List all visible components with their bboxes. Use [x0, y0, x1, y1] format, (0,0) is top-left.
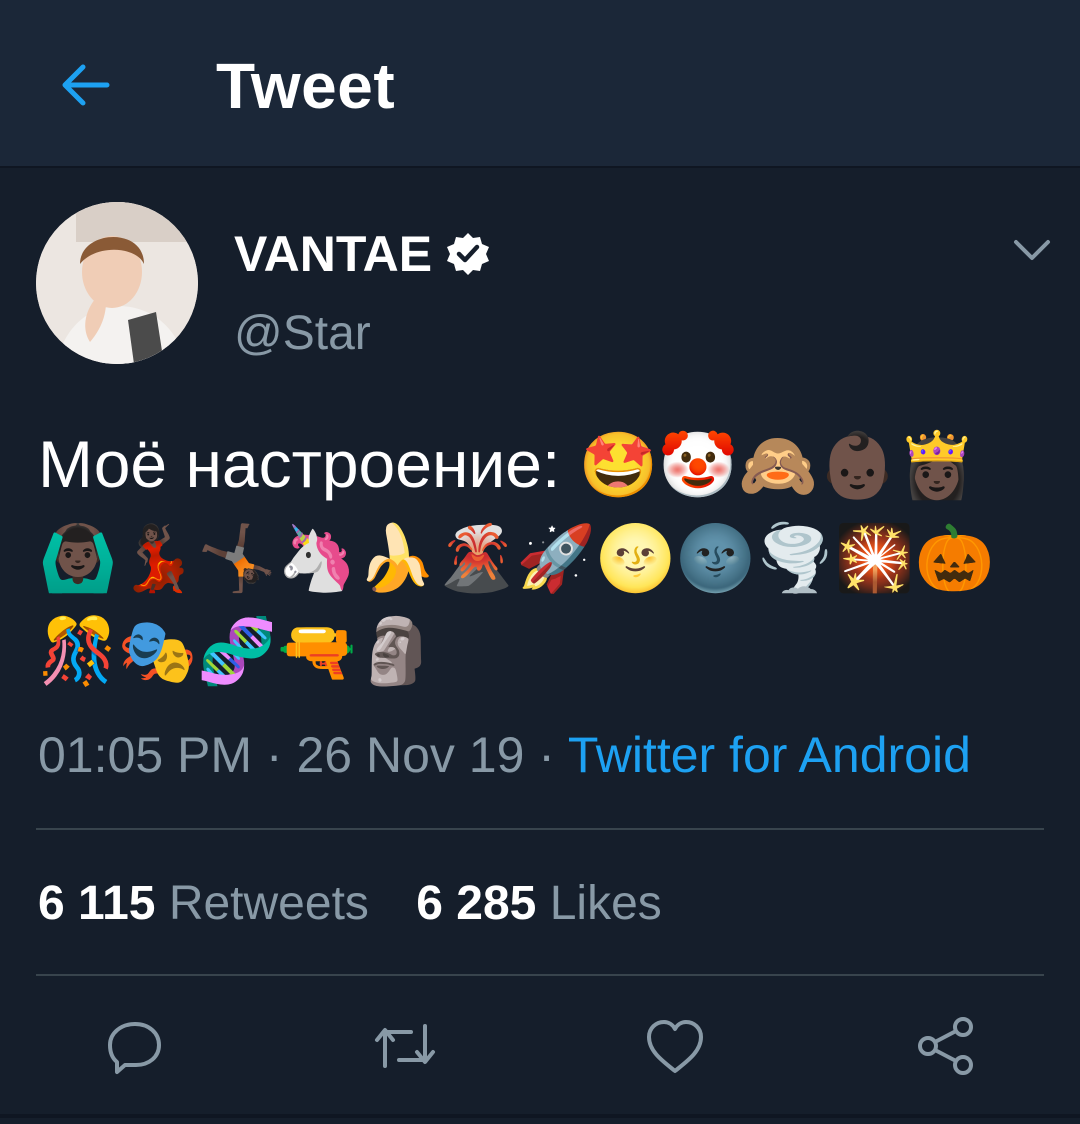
likes-stat[interactable]: 6 285 Likes: [416, 876, 662, 931]
retweets-count: 6 115: [38, 877, 156, 930]
arrow-left-icon: [62, 64, 110, 106]
meta-separator: ·: [524, 727, 568, 783]
share-button[interactable]: [906, 1006, 986, 1086]
verified-badge-icon: [444, 230, 492, 278]
heart-icon: [647, 1020, 703, 1073]
divider: [36, 828, 1044, 830]
tweet-detail: VANTAE @Star Моё настроение: 🤩🤡🙈👶🏿👸🏿🙆🏿‍♂…: [0, 170, 1080, 1124]
author-name-text: VANTAE: [234, 226, 433, 282]
share-icon: [918, 1017, 973, 1075]
tweet-stats: 6 115 Retweets 6 285 Likes: [38, 876, 696, 931]
likes-label: Likes: [549, 877, 662, 930]
reply-icon: [108, 1022, 161, 1074]
meta-separator: ·: [252, 727, 297, 783]
tweet-time: 01:05 PM: [38, 727, 253, 783]
like-button[interactable]: [635, 1006, 715, 1086]
avatar-image: [36, 202, 198, 364]
retweet-button[interactable]: [365, 1006, 445, 1086]
tweet-menu-button[interactable]: [1000, 226, 1064, 274]
divider: [36, 974, 1044, 976]
tweet-actions: [0, 1006, 1080, 1086]
tweet-text-body: Моё настроение:: [38, 427, 561, 501]
tweet-meta: 01:05 PM · 26 Nov 19 · Twitter for Andro…: [38, 726, 971, 784]
bottom-divider: [0, 1114, 1080, 1118]
author-name[interactable]: VANTAE: [234, 224, 492, 284]
top-app-bar: Tweet: [0, 0, 1080, 168]
chevron-down-icon: [1014, 240, 1050, 260]
retweets-label: Retweets: [168, 877, 369, 930]
retweet-icon: [375, 1024, 435, 1068]
author-handle[interactable]: @Star: [234, 306, 371, 361]
reply-button[interactable]: [95, 1006, 175, 1086]
retweets-stat[interactable]: 6 115 Retweets: [38, 876, 369, 931]
tweet-source-link[interactable]: Twitter for Android: [568, 727, 971, 783]
page-title: Tweet: [216, 50, 396, 122]
tweet-date: 26 Nov 19: [296, 727, 525, 783]
avatar[interactable]: [36, 202, 198, 364]
likes-count: 6 285: [416, 877, 537, 930]
back-button[interactable]: [50, 50, 120, 120]
tweet-text: Моё настроение: 🤩🤡🙈👶🏿👸🏿🙆🏿‍♂️💃🏿🤸🏿🦄🍌🌋🚀🌝🌚🌪️…: [38, 418, 1048, 697]
